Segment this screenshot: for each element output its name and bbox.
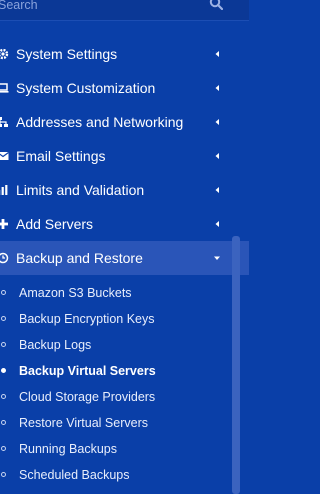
- sidebar-item-label: System Customization: [16, 80, 156, 96]
- sidebar-item-label: Email Settings: [16, 148, 106, 164]
- laptop-icon: [0, 81, 9, 94]
- submenu-item-label: Backup Encryption Keys: [19, 312, 155, 326]
- submenu-item-label: Running Backups: [19, 442, 117, 456]
- circle-icon: [1, 316, 6, 321]
- chevron-left-icon: [215, 187, 219, 193]
- sidebar-item-label: Add Servers: [16, 216, 94, 232]
- submenu-item-backup-virtual-servers[interactable]: Backup Virtual Servers: [0, 358, 249, 384]
- circle-icon: [1, 394, 6, 399]
- circle-icon: [1, 446, 6, 451]
- submenu-item-label: Restore Virtual Servers: [19, 416, 148, 430]
- sidebar-item-limits-validation[interactable]: Limits and Validation: [0, 173, 249, 207]
- sidebar-item-label: System Settings: [16, 46, 118, 62]
- sidebar-item-email-settings[interactable]: Email Settings: [0, 139, 249, 173]
- search-icon[interactable]: [209, 0, 223, 10]
- sidebar-item-addresses-networking[interactable]: Addresses and Networking: [0, 105, 249, 139]
- submenu-backup-restore: Amazon S3 Buckets Backup Encryption Keys…: [0, 275, 249, 488]
- sidebar-item-label: Limits and Validation: [16, 182, 145, 198]
- submenu-item-backup-logs[interactable]: Backup Logs: [0, 332, 249, 358]
- sidebar-item-system-settings[interactable]: System Settings: [0, 37, 249, 71]
- sidebar-item-system-customization[interactable]: System Customization: [0, 71, 249, 105]
- chevron-left-icon: [215, 85, 219, 91]
- chevron-left-icon: [215, 119, 219, 125]
- filled-circle-icon: [1, 368, 6, 373]
- sidebar-menu: System Settings System Customization Add…: [0, 37, 249, 488]
- network-icon: [0, 115, 9, 128]
- submenu-item-scheduled-backups[interactable]: Scheduled Backups: [0, 462, 249, 488]
- submenu-item-restore-virtual-servers[interactable]: Restore Virtual Servers: [0, 410, 249, 436]
- plus-icon: [0, 217, 9, 230]
- submenu-item-label: Scheduled Backups: [19, 468, 130, 482]
- envelope-icon: [0, 149, 9, 162]
- gear-icon: [0, 47, 9, 60]
- history-icon: [0, 251, 9, 264]
- circle-icon: [1, 472, 6, 477]
- sidebar-item-add-servers[interactable]: Add Servers: [0, 207, 249, 241]
- sidebar-item-backup-restore[interactable]: Backup and Restore: [0, 241, 249, 275]
- submenu-item-label: Backup Virtual Servers: [19, 364, 156, 378]
- submenu-item-label: Cloud Storage Providers: [19, 390, 156, 404]
- search-bar: [0, 0, 249, 21]
- scrollbar[interactable]: [232, 236, 240, 494]
- chevron-left-icon: [215, 153, 219, 159]
- submenu-item-label: Amazon S3 Buckets: [19, 286, 132, 300]
- search-input[interactable]: [0, 0, 198, 14]
- submenu-item-label: Backup Logs: [19, 338, 92, 352]
- submenu-item-cloud-storage-providers[interactable]: Cloud Storage Providers: [0, 384, 249, 410]
- circle-icon: [1, 342, 6, 347]
- chevron-left-icon: [215, 221, 219, 227]
- submenu-item-amazon-s3-buckets[interactable]: Amazon S3 Buckets: [0, 280, 249, 306]
- chevron-down-icon: [214, 256, 220, 260]
- submenu-item-backup-encryption-keys[interactable]: Backup Encryption Keys: [0, 306, 249, 332]
- submenu-item-running-backups[interactable]: Running Backups: [0, 436, 249, 462]
- sidebar-item-label: Backup and Restore: [16, 250, 143, 266]
- circle-icon: [1, 420, 6, 425]
- circle-icon: [1, 290, 6, 295]
- bar-chart-icon: [0, 183, 9, 196]
- sidebar-item-label: Addresses and Networking: [16, 114, 184, 130]
- chevron-left-icon: [215, 51, 219, 57]
